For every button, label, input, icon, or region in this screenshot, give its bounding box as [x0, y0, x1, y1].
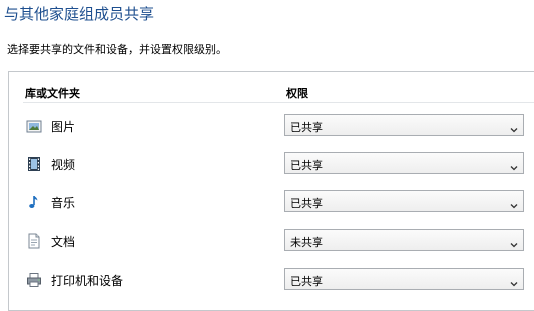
music-icon	[26, 194, 42, 210]
row-label-videos: 视频	[51, 158, 76, 172]
row-label-pictures: 图片	[51, 120, 76, 134]
permission-select-videos[interactable]: 已共享	[284, 152, 524, 174]
sharing-panel: 库或文件夹 权限 图片 已共享 视频 已共享 音乐 已共享 文档 未共享 打印机…	[8, 71, 534, 311]
share-row-pictures: 图片 已共享	[9, 114, 534, 138]
row-label-documents: 文档	[51, 235, 76, 249]
page-subtitle: 选择要共享的文件和设备，并设置权限级别。	[7, 43, 227, 56]
chevron-down-icon	[509, 158, 519, 171]
permission-value-music: 已共享	[290, 197, 323, 210]
header-divider	[23, 102, 534, 103]
page-title: 与其他家庭组成员共享	[4, 5, 155, 23]
row-label-music: 音乐	[51, 196, 76, 210]
column-header-library: 库或文件夹	[25, 87, 80, 100]
share-row-documents: 文档 未共享	[9, 229, 534, 253]
permission-select-printers[interactable]: 已共享	[284, 268, 524, 290]
permission-value-printers: 已共享	[290, 275, 323, 288]
chevron-down-icon	[509, 274, 519, 287]
share-row-music: 音乐 已共享	[9, 190, 534, 214]
printer-icon	[26, 272, 42, 288]
share-row-printers: 打印机和设备 已共享	[9, 268, 534, 292]
permission-value-videos: 已共享	[290, 159, 323, 172]
chevron-down-icon	[509, 196, 519, 209]
permission-value-documents: 未共享	[290, 236, 323, 249]
pictures-icon	[26, 118, 42, 134]
documents-icon	[26, 233, 42, 249]
share-row-videos: 视频 已共享	[9, 152, 534, 176]
permission-select-music[interactable]: 已共享	[284, 190, 524, 212]
row-label-printers: 打印机和设备	[51, 274, 124, 288]
chevron-down-icon	[509, 120, 519, 133]
videos-icon	[26, 156, 42, 172]
chevron-down-icon	[509, 235, 519, 248]
permission-select-documents[interactable]: 未共享	[284, 229, 524, 251]
permission-value-pictures: 已共享	[290, 121, 323, 134]
permission-select-pictures[interactable]: 已共享	[284, 114, 524, 136]
column-header-permission: 权限	[286, 87, 308, 100]
